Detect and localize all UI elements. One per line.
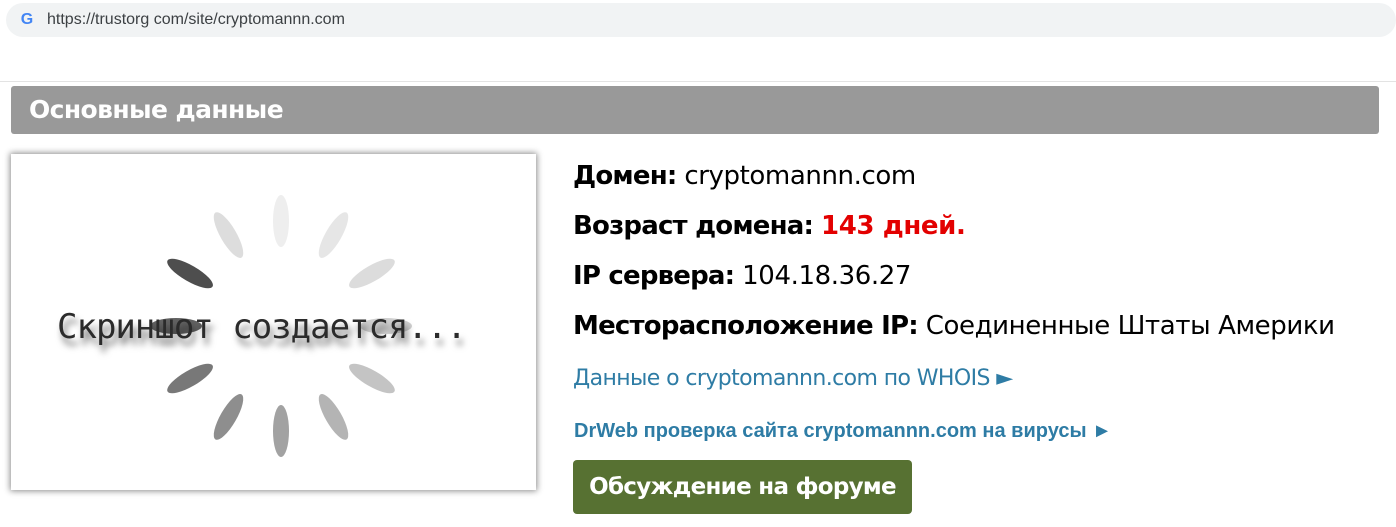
domain-age-label: Возраст домена: [573, 211, 814, 241]
ip-location-label: Месторасположение IP: [573, 311, 919, 341]
address-bar[interactable]: G https://trustorg com/site/cryptomannn.… [6, 3, 1396, 37]
site-screenshot-placeholder: Скриншот создается... [11, 154, 536, 490]
section-header: Основные данные [11, 86, 1379, 134]
separator [0, 81, 1396, 82]
domain-value: cryptomannn.com [684, 161, 916, 191]
forum-discussion-button[interactable]: Обсуждение на форуме [573, 460, 912, 514]
domain-label: Домен: [573, 161, 677, 191]
screenshot-caption: Скриншот создается... [57, 307, 467, 347]
whois-link[interactable]: Данные о cryptomannn.com по WHOIS ► [573, 362, 1013, 396]
ip-label: IP сервера: [573, 261, 735, 291]
domain-age-row: Возраст домена: 143 дней. [573, 208, 966, 244]
ip-location-value: Соединенные Штаты Америки [925, 311, 1335, 341]
ip-row: IP сервера: 104.18.36.27 [573, 258, 911, 294]
section-title: Основные данные [29, 95, 284, 124]
drweb-virus-check-link[interactable]: DrWeb проверка сайта cryptomannn.com на … [574, 416, 1112, 446]
domain-age-value: 143 дней. [821, 211, 966, 241]
ip-location-row: Месторасположение IP: Соединенные Штаты … [573, 308, 1335, 344]
ip-value: 104.18.36.27 [742, 261, 912, 291]
domain-row: Домен: cryptomannn.com [573, 158, 916, 194]
google-icon: G [20, 11, 34, 28]
url-text[interactable]: https://trustorg com/site/cryptomannn.co… [47, 11, 345, 29]
